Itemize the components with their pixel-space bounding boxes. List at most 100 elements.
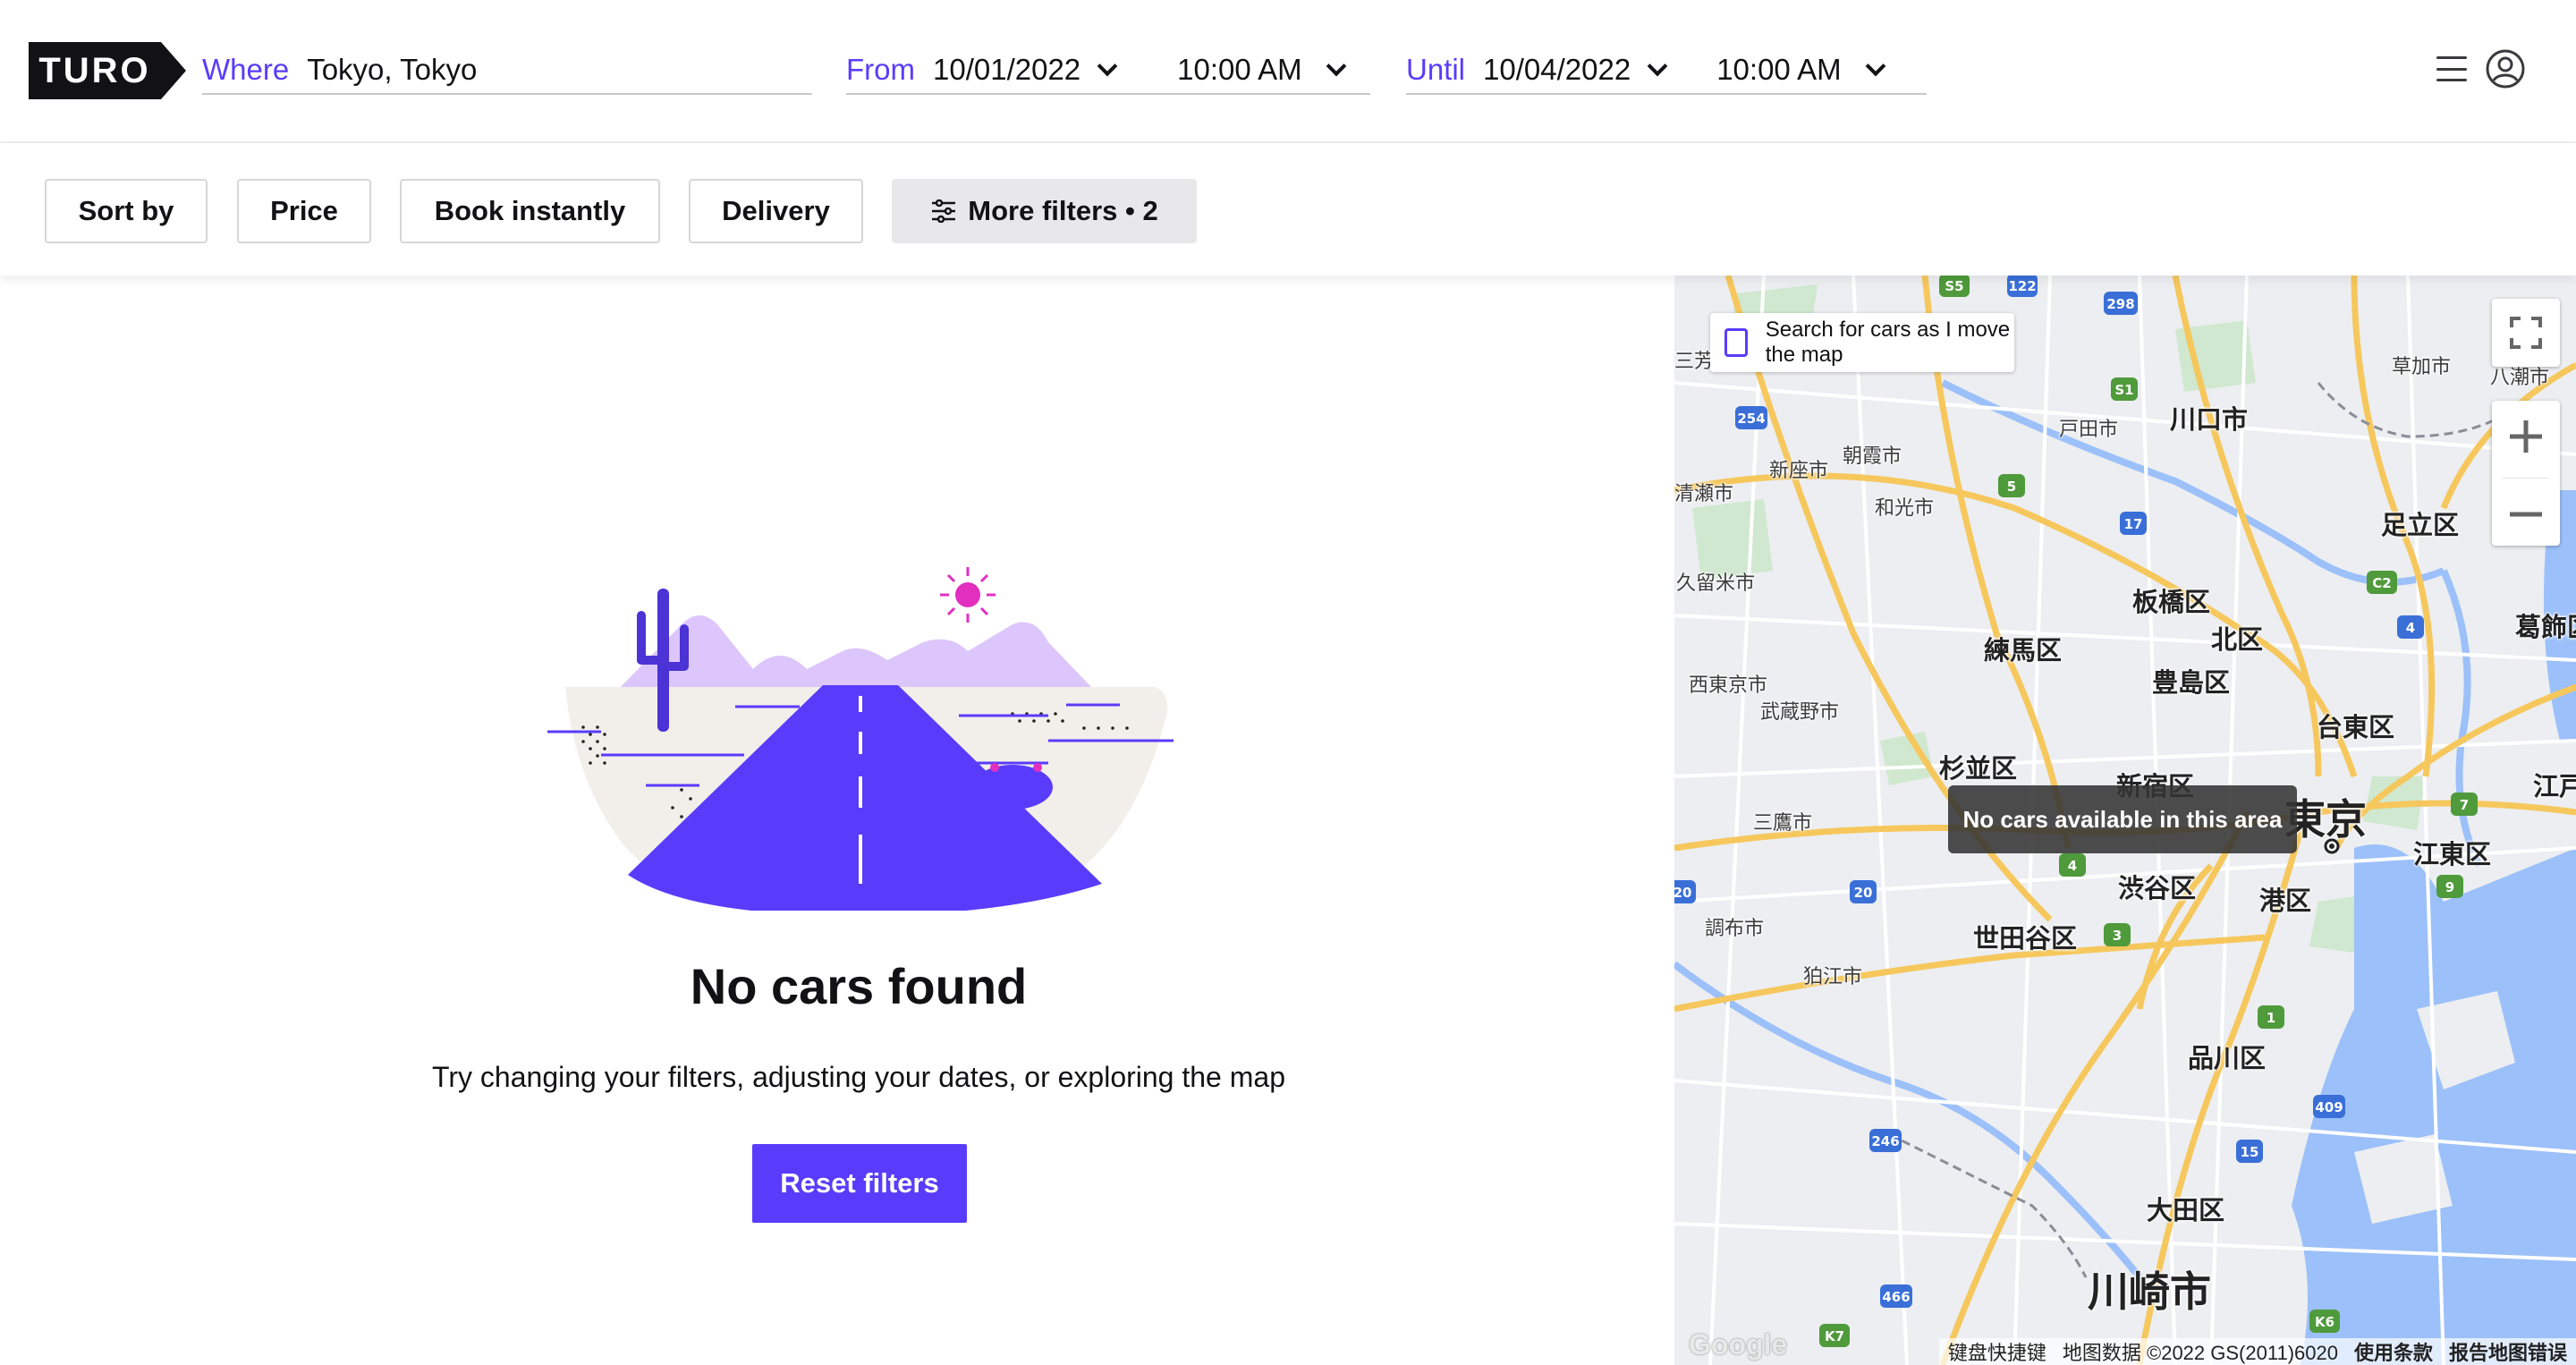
svg-text:15: 15	[2241, 1144, 2259, 1160]
until-label: Until	[1406, 53, 1466, 86]
empty-state-subtitle: Try changing your filters, adjusting you…	[432, 1061, 1285, 1093]
svg-text:466: 466	[1882, 1289, 1910, 1305]
map-label-asaka: 朝霞市	[1843, 445, 1902, 468]
empty-state-title: No cars found	[690, 958, 1028, 1014]
chevron-down-icon	[1326, 55, 1346, 77]
map-label-suginami: 杉並区	[1939, 753, 2018, 784]
map-label-kiyose: 清瀬市	[1674, 483, 1734, 505]
from-date: 10/01/2022	[933, 53, 1081, 86]
svg-text:3: 3	[2113, 928, 2122, 944]
svg-text:298: 298	[2106, 296, 2134, 312]
until-field: Until 10/04/2022 10:00 AM	[1406, 47, 1927, 95]
map-label-mitaka: 三鷹市	[1753, 812, 1813, 835]
svg-text:20: 20	[1674, 885, 1691, 901]
chevron-down-icon	[1097, 55, 1118, 77]
from-field: From 10/01/2022 10:00 AM	[846, 47, 1370, 95]
svg-text:4: 4	[2406, 620, 2415, 636]
zoom-in-button[interactable]	[2492, 401, 2560, 473]
map-attribution: 键盘快捷键 地图数据 ©2022 GS(2011)6020 使用条款 报告地图错…	[1938, 1337, 2576, 1365]
map-label-kita: 北区	[2211, 624, 2264, 655]
from-time-select[interactable]: 10:00 AM	[1177, 53, 1346, 87]
map-label-adachi: 足立区	[2381, 510, 2460, 540]
map-label-sanhou: 三芳	[1674, 351, 1715, 373]
map-label-musashino: 武蔵野市	[1760, 701, 1840, 724]
svg-text:17: 17	[2124, 516, 2143, 532]
delivery-filter-button[interactable]: Delivery	[689, 179, 863, 243]
no-cars-tooltip: No cars available in this area	[1948, 785, 2297, 853]
from-label: From	[846, 53, 915, 86]
map-panel[interactable]: S5 122 298 254 5 S1 17 C2 4 7 9 4 3 20 2…	[1674, 276, 2576, 1365]
map-label-taito: 台東区	[2317, 712, 2395, 742]
fullscreen-button[interactable]	[2492, 299, 2560, 367]
search-as-map-moves-label: Search for cars as I move the map	[1765, 318, 2011, 367]
filter-bar: Sort by Price Book instantly Delivery Mo…	[0, 143, 2576, 276]
where-label: Where	[202, 53, 290, 86]
chevron-down-icon	[1647, 55, 1668, 77]
map-label-wako: 和光市	[1875, 497, 1935, 520]
svg-text:S5: S5	[1945, 278, 1963, 294]
svg-text:20: 20	[1854, 885, 1873, 901]
book-instantly-button[interactable]: Book instantly	[400, 179, 660, 243]
svg-text:S1: S1	[2114, 382, 2133, 398]
map-label-toshima: 豊島区	[2152, 667, 2231, 698]
svg-text:254: 254	[1737, 411, 1765, 427]
search-as-map-moves-toggle[interactable]: Search for cars as I move the map	[1710, 313, 2014, 372]
svg-text:C2: C2	[2372, 575, 2391, 591]
map-label-katsushika: 葛飾区	[2515, 612, 2576, 642]
terms-link[interactable]: 使用条款	[2354, 1337, 2433, 1365]
map-label-komae: 狛江市	[1803, 966, 1863, 988]
from-date-select[interactable]: 10/01/2022	[933, 53, 1118, 87]
map-data-text: 地图数据 ©2022 GS(2011)6020	[2062, 1342, 2338, 1364]
chevron-down-icon	[1865, 55, 1885, 77]
svg-text:K6: K6	[2315, 1314, 2334, 1330]
sort-by-button[interactable]: Sort by	[45, 179, 208, 243]
map-label-kurume: 久留米市	[1676, 572, 1756, 595]
map-label-minato: 港区	[2259, 886, 2312, 916]
where-input[interactable]: Tokyo, Tokyo	[307, 53, 477, 87]
until-date-select[interactable]: 10/04/2022	[1483, 53, 1668, 87]
results-panel: No cars found Try changing your filters,…	[0, 276, 1674, 1365]
map-label-soka: 草加市	[2392, 356, 2452, 378]
zoom-out-button[interactable]	[2492, 479, 2560, 550]
svg-text:246: 246	[1871, 1133, 1899, 1149]
top-header: TURO Where Tokyo, Tokyo From 10/01/2022 …	[0, 0, 2576, 143]
sliders-icon	[932, 199, 956, 223]
map-label-itabashi: 板橋区	[2132, 587, 2211, 617]
search-as-map-moves-checkbox[interactable]	[1724, 328, 1748, 357]
svg-text:4: 4	[2068, 858, 2077, 874]
keyboard-shortcuts-link[interactable]: 键盘快捷键	[1948, 1337, 2046, 1365]
report-map-error-link[interactable]: 报告地图错误	[2449, 1337, 2567, 1365]
svg-text:122: 122	[2008, 278, 2036, 294]
svg-text:409: 409	[2315, 1099, 2343, 1115]
user-account-icon[interactable]	[2485, 48, 2526, 89]
brand-text: TURO	[38, 51, 150, 90]
google-logo[interactable]: Google	[1689, 1328, 1787, 1361]
map-label-ota: 大田区	[2147, 1195, 2225, 1225]
from-time: 10:00 AM	[1177, 53, 1302, 86]
map-label-nishitokyo: 西東京市	[1689, 674, 1768, 697]
desert-road-illustration	[547, 567, 1174, 911]
fullscreen-icon	[2510, 317, 2542, 349]
until-time-select[interactable]: 10:00 AM	[1716, 53, 1885, 87]
map-label-koto: 江東区	[2413, 839, 2492, 869]
price-filter-button[interactable]: Price	[237, 179, 371, 243]
map-label-setagaya: 世田谷区	[1973, 923, 2078, 954]
map-label-chofu: 調布市	[1705, 918, 1765, 940]
map-label-shibuya: 渋谷区	[2118, 873, 2197, 903]
more-filters-button[interactable]: More filters • 2	[892, 179, 1197, 243]
map-label-toda: 戸田市	[2059, 419, 2119, 441]
svg-text:9: 9	[2445, 879, 2454, 895]
map-label-nerima: 練馬区	[1984, 635, 2063, 666]
reset-filters-button[interactable]: Reset filters	[752, 1144, 967, 1223]
menu-icon[interactable]	[2436, 56, 2467, 81]
turo-logo[interactable]: TURO	[29, 42, 186, 99]
until-date: 10/04/2022	[1483, 53, 1631, 86]
svg-text:7: 7	[2460, 797, 2469, 813]
until-time: 10:00 AM	[1716, 53, 1842, 86]
map-label-kawaguchi: 川口市	[2170, 404, 2249, 435]
zoom-controls	[2492, 401, 2560, 546]
where-field[interactable]: Where Tokyo, Tokyo	[202, 47, 812, 95]
map-label-edogawa: 江戸	[2533, 771, 2576, 801]
more-filters-label: More filters • 2	[968, 195, 1158, 226]
map-label-kawasaki: 川崎市	[2088, 1268, 2211, 1316]
